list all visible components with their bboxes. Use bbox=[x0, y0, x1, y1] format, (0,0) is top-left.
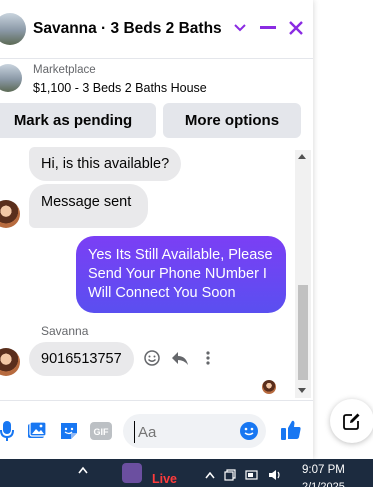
chevron-down-icon[interactable] bbox=[231, 18, 249, 38]
chat-header: Savanna · 3 Beds 2 Baths ... bbox=[0, 0, 313, 59]
conversation-title[interactable]: Savanna · 3 Beds 2 Baths ... bbox=[33, 20, 223, 38]
like-icon[interactable] bbox=[279, 418, 303, 442]
sender-name: Savanna bbox=[41, 324, 89, 338]
incoming-message: 9016513757 bbox=[29, 342, 134, 376]
sticker-icon[interactable] bbox=[58, 420, 80, 442]
header-controls bbox=[231, 18, 305, 38]
show-hidden-icons-icon[interactable] bbox=[78, 463, 88, 477]
new-message-button[interactable] bbox=[330, 399, 373, 443]
avatar[interactable] bbox=[0, 200, 20, 228]
app-taskbar-icon[interactable] bbox=[122, 463, 142, 483]
tray-chevron-icon bbox=[205, 471, 215, 478]
svg-text:GIF: GIF bbox=[94, 427, 110, 437]
emoji-icon[interactable] bbox=[240, 422, 258, 440]
scroll-down-arrow-icon[interactable] bbox=[298, 388, 306, 393]
message-actions bbox=[143, 349, 217, 367]
mark-as-pending-button[interactable]: Mark as pending bbox=[0, 103, 156, 138]
incoming-message: Message sent bbox=[29, 184, 148, 228]
listing-title: $1,100 - 3 Beds 2 Baths House bbox=[33, 81, 207, 95]
volume-icon bbox=[269, 470, 280, 480]
compose-icon bbox=[343, 413, 360, 430]
scroll-thumb[interactable] bbox=[298, 285, 308, 380]
reply-icon[interactable] bbox=[171, 349, 189, 367]
message-input[interactable] bbox=[134, 421, 240, 443]
live-indicator[interactable]: Live bbox=[152, 472, 177, 486]
incoming-message: Hi, is this available? bbox=[29, 147, 182, 181]
avatar[interactable] bbox=[0, 348, 20, 376]
gif-icon[interactable]: GIF bbox=[90, 420, 112, 442]
minimize-icon[interactable] bbox=[259, 18, 277, 38]
read-receipt-avatar bbox=[262, 380, 276, 394]
outgoing-message: Yes Its Still Available, Please Send You… bbox=[76, 236, 286, 313]
photo-icon[interactable] bbox=[26, 420, 48, 442]
more-options-button[interactable]: More options bbox=[163, 103, 301, 138]
listing-thumbnail[interactable] bbox=[0, 13, 26, 45]
chat-window: Savanna · 3 Beds 2 Baths ... Marketplace… bbox=[0, 0, 313, 459]
message-scrollbar[interactable] bbox=[295, 150, 311, 398]
close-icon[interactable] bbox=[287, 18, 305, 38]
battery-icon bbox=[245, 470, 258, 480]
system-tray bbox=[205, 469, 282, 481]
clock-date[interactable]: 2/1/2025 bbox=[302, 481, 345, 493]
taskbar: Live 9:07 PM 2/1/2025 bbox=[0, 459, 373, 493]
more-icon[interactable] bbox=[199, 349, 217, 367]
meet-icon bbox=[224, 469, 236, 481]
message-list: Hi, is this available? Message sent Yes … bbox=[0, 147, 295, 399]
listing-source: Marketplace bbox=[33, 64, 96, 76]
clock-time[interactable]: 9:07 PM bbox=[302, 464, 345, 476]
message-composer: GIF bbox=[0, 400, 313, 460]
message-input-box[interactable] bbox=[123, 414, 266, 448]
react-icon[interactable] bbox=[143, 349, 161, 367]
scroll-up-arrow-icon[interactable] bbox=[298, 154, 306, 159]
listing-summary[interactable]: Marketplace $1,100 - 3 Beds 2 Baths Hous… bbox=[0, 58, 313, 104]
microphone-icon[interactable] bbox=[0, 420, 18, 442]
listing-photo bbox=[0, 64, 22, 92]
